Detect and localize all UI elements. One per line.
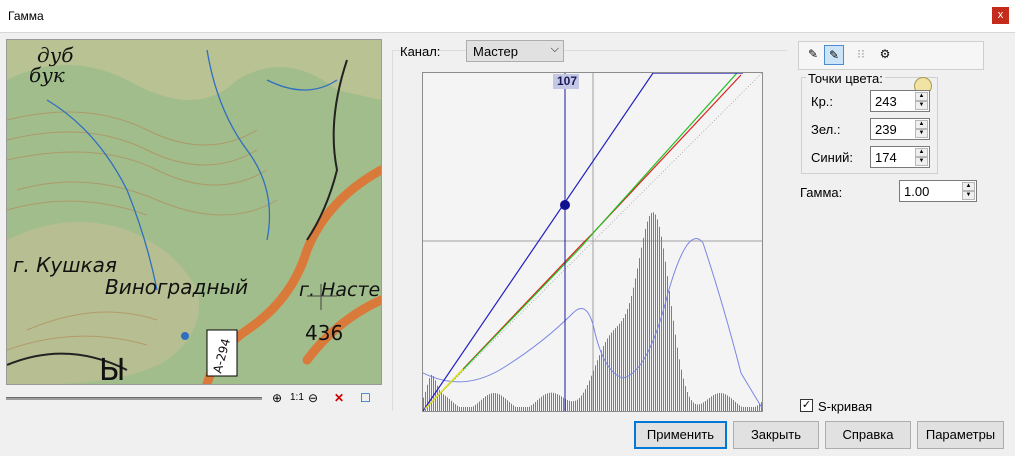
blue-value: 174 — [875, 150, 897, 165]
apply-button[interactable]: Применить — [634, 421, 727, 449]
blue-label: Синий: — [811, 150, 853, 165]
color-points-label: Точки цвета: — [806, 71, 885, 86]
green-value-field[interactable]: 239 ▲ ▼ — [870, 118, 930, 140]
zoom-slider[interactable] — [6, 397, 262, 400]
gamma-value: 1.00 — [904, 184, 930, 199]
params-button[interactable]: Параметры — [917, 421, 1004, 449]
title-bar: Гамма x — [0, 0, 1015, 33]
dialog-body: дуб бук г. Кушкая Виноградный г. Насте 4… — [0, 33, 1015, 456]
settings-gear-icon[interactable]: ⚙ — [875, 45, 895, 65]
channel-select[interactable]: Мастер ⌵ — [466, 40, 564, 62]
gamma-value-field[interactable]: 1.00 ▲ ▼ — [899, 180, 977, 202]
channel-select-value: Мастер — [473, 44, 518, 59]
svg-text:Виноградный: Виноградный — [105, 275, 248, 299]
channel-label: Канал: — [400, 44, 441, 59]
red-value: 243 — [875, 94, 897, 109]
svg-text:Ы: Ы — [99, 353, 125, 384]
tool-strip: ✎ ✎ ⁝⁝ ⚙ — [798, 41, 984, 70]
svg-text:бук: бук — [29, 63, 65, 87]
map-preview[interactable]: дуб бук г. Кушкая Виноградный г. Насте 4… — [6, 39, 382, 385]
gamma-down-icon[interactable]: ▼ — [962, 191, 975, 200]
gamma-up-icon[interactable]: ▲ — [962, 182, 975, 191]
red-down-icon[interactable]: ▼ — [915, 101, 928, 110]
help-button[interactable]: Справка — [825, 421, 911, 449]
close-icon[interactable]: x — [992, 7, 1009, 24]
blue-down-icon[interactable]: ▼ — [915, 157, 928, 166]
blue-value-field[interactable]: 174 ▲ ▼ — [870, 146, 930, 168]
eyedropper-black-icon[interactable]: ✎ — [803, 45, 823, 65]
svg-text:436: 436 — [305, 321, 343, 345]
red-label: Кр.: — [811, 94, 834, 109]
zoom-one-to-one-button[interactable]: 1:1 — [290, 391, 304, 405]
red-value-field[interactable]: 243 ▲ ▼ — [870, 90, 930, 112]
svg-text:г. Кушкая: г. Кушкая — [13, 253, 117, 277]
zoom-in-icon[interactable]: ⊕ — [272, 391, 282, 405]
green-value: 239 — [875, 122, 897, 137]
map-image: дуб бук г. Кушкая Виноградный г. Насте 4… — [7, 40, 381, 384]
eyedropper-active-icon[interactable]: ✎ — [824, 45, 844, 65]
s-curve-checkbox[interactable]: ✓ — [800, 399, 813, 412]
reset-x-icon[interactable]: ✕ — [334, 391, 344, 405]
close-button[interactable]: Закрыть — [733, 421, 819, 449]
zoom-out-icon[interactable]: ⊖ — [308, 391, 318, 405]
red-up-icon[interactable]: ▲ — [915, 92, 928, 101]
chevron-down-icon: ⌵ — [550, 43, 559, 55]
fit-window-icon[interactable]: ☐ — [360, 391, 371, 405]
curve-marker-value: 107 — [557, 74, 578, 88]
green-down-icon[interactable]: ▼ — [915, 129, 928, 138]
window-title: Гамма — [8, 9, 44, 23]
green-up-icon[interactable]: ▲ — [915, 120, 928, 129]
grid-select-icon[interactable]: ⁝⁝ — [851, 45, 871, 65]
blue-up-icon[interactable]: ▲ — [915, 148, 928, 157]
curve-graph[interactable]: 107 — [422, 72, 763, 412]
green-label: Зел.: — [811, 122, 841, 137]
gamma-label: Гамма: — [800, 185, 843, 200]
svg-text:г. Насте: г. Насте — [299, 279, 380, 301]
curve-graph-svg — [422, 72, 763, 412]
s-curve-label: S-кривая — [818, 399, 873, 414]
